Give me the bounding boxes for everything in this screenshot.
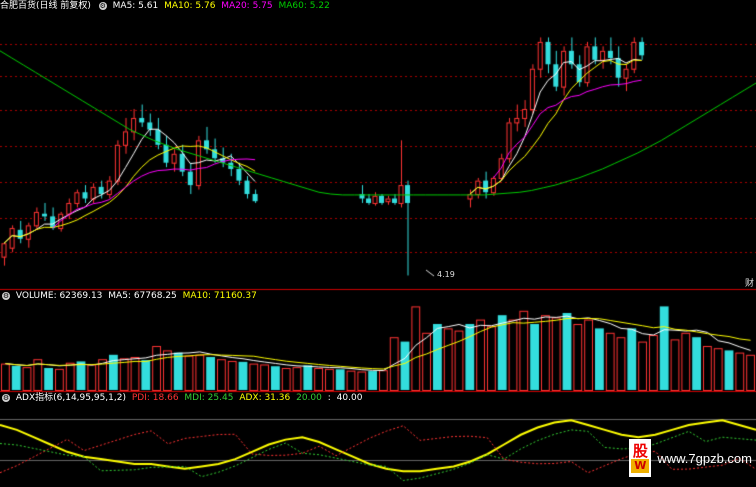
adx-title: ADX指标(6,14,95,95,1,2) [15, 393, 126, 403]
volume-ma5-readout: MA5: 67768.25 [108, 291, 177, 301]
finance-tag[interactable]: 财 [745, 276, 754, 289]
adx-readout: ADX: 31.36 [239, 393, 291, 403]
volume-readout: VOLUME: 62369.13 [15, 291, 103, 301]
volume-ma10-readout: MA10: 71160.37 [182, 291, 257, 301]
watermark: 股 W www.7gpzb.com [629, 439, 752, 477]
low-price-label: 4.19 [437, 270, 455, 279]
adx-level-sep: : [327, 393, 331, 403]
stock-title: 合肥百货(日线 前复权) [0, 1, 91, 11]
adx-level-20: 20.00 [296, 393, 322, 403]
mdi-readout: MDI: 25.45 [184, 393, 234, 403]
kline-chart-canvas[interactable] [0, 0, 756, 487]
watermark-logo-top: 股 [632, 442, 648, 460]
watermark-logo: 股 W [629, 439, 652, 477]
main-chart-header: 合肥百货(日线 前复权) ⚙ MA5: 5.61 MA10: 5.76 MA20… [0, 0, 333, 12]
pdi-readout: PDI: 18.66 [131, 393, 179, 403]
watermark-site: www.7gpzb.com [657, 450, 752, 466]
volume-settings-icon[interactable]: ⚙ [2, 291, 10, 300]
settings-gear-icon[interactable]: ⚙ [98, 1, 107, 10]
adx-level-40: 40.00 [336, 393, 363, 403]
ma10-readout: MA10: 5.76 [164, 1, 216, 11]
ma5-readout: MA5: 5.61 [112, 1, 159, 11]
volume-header: ⚙ VOLUME: 62369.13 MA5: 67768.25 MA10: 7… [0, 290, 260, 302]
watermark-logo-bottom: W [631, 459, 650, 473]
ma20-readout: MA20: 5.75 [221, 1, 273, 11]
adx-header: ⚙ ADX指标(6,14,95,95,1,2) PDI: 18.66 MDI: … [0, 392, 365, 404]
adx-settings-icon[interactable]: ⚙ [2, 393, 10, 402]
ma60-readout: MA60: 5.22 [278, 1, 330, 11]
